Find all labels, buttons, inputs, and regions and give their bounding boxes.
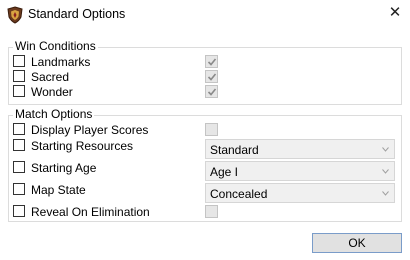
display-player-scores-label: Display Player Scores [31,123,149,137]
map-state-value: Concealed [210,187,268,201]
checkmark-icon [207,73,217,81]
chevron-down-icon [382,191,389,196]
map-state-label: Map State [31,183,86,197]
wonder-checkbox[interactable] [13,85,25,97]
reveal-on-elimination-label: Reveal On Elimination [31,205,150,219]
landmarks-secondary-checkbox [205,55,218,68]
sacred-label: Sacred [31,70,70,84]
starting-age-dropdown[interactable]: Age I [205,161,395,181]
map-state-checkbox[interactable] [13,183,25,195]
close-icon[interactable]: ✕ [386,4,404,22]
display-player-scores-secondary-checkbox [205,123,218,136]
window-title: Standard Options [28,7,126,21]
starting-resources-dropdown[interactable]: Standard [205,139,395,159]
starting-age-checkbox[interactable] [13,161,25,173]
title-bar: Standard Options ✕ [0,0,410,30]
starting-resources-label: Starting Resources [31,139,134,153]
sacred-checkbox[interactable] [13,70,25,82]
chevron-down-icon [382,147,389,152]
checkmark-icon [207,58,217,66]
chevron-down-icon [382,169,389,174]
landmarks-label: Landmarks [31,55,91,69]
starting-age-value: Age I [210,165,239,179]
starting-resources-checkbox[interactable] [13,139,25,151]
civ-shield-icon [6,6,24,24]
starting-age-label: Starting Age [31,161,97,175]
wonder-secondary-checkbox [205,85,218,98]
win-conditions-legend: Win Conditions [13,39,98,53]
wonder-label: Wonder [31,85,73,99]
checkmark-icon [207,88,217,96]
ok-button[interactable]: OK [312,233,402,253]
sacred-secondary-checkbox [205,70,218,83]
match-options-legend: Match Options [13,107,95,121]
display-player-scores-checkbox[interactable] [13,123,25,135]
reveal-on-elimination-secondary-checkbox [205,205,218,218]
starting-resources-value: Standard [210,143,259,157]
landmarks-checkbox[interactable] [13,55,25,67]
reveal-on-elimination-checkbox[interactable] [13,205,25,217]
map-state-dropdown[interactable]: Concealed [205,183,395,203]
